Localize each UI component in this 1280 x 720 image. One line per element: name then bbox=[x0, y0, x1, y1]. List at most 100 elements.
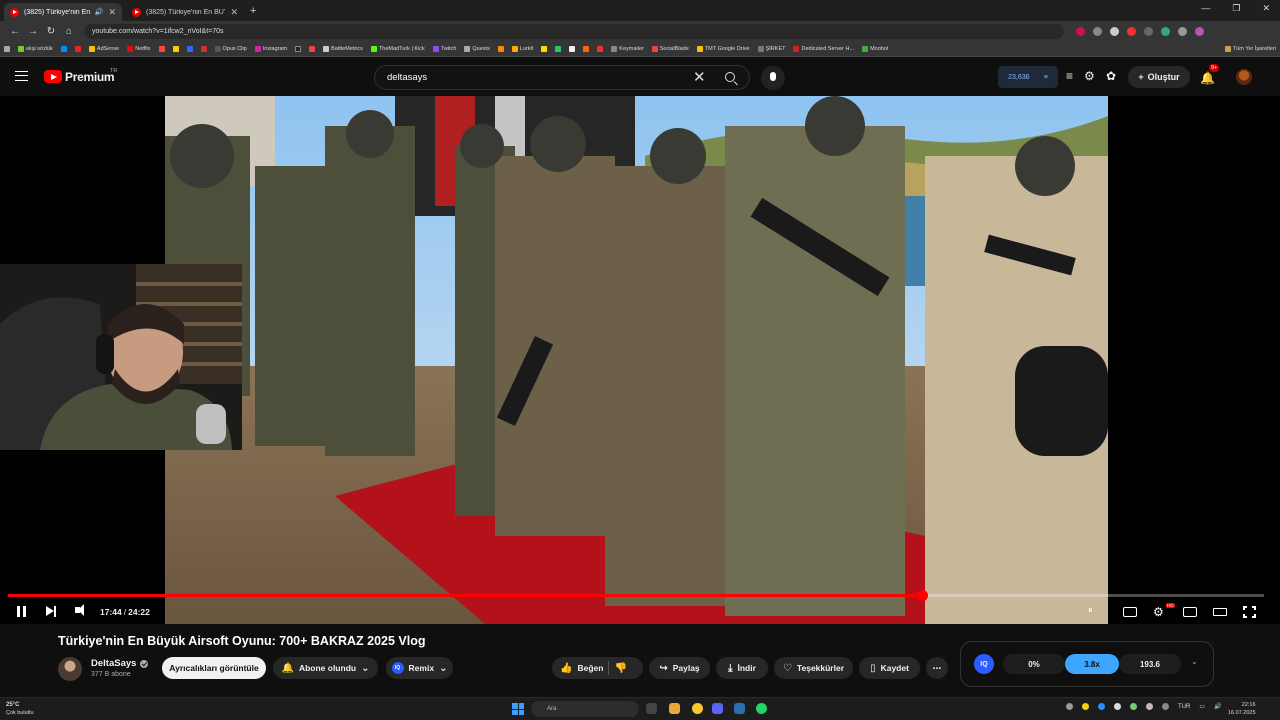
menu-lines-icon[interactable]: ≡ bbox=[1066, 69, 1073, 83]
bookmark-item[interactable] bbox=[74, 45, 81, 52]
bookmark-item[interactable]: Netflix bbox=[127, 45, 151, 52]
voice-search-button[interactable] bbox=[761, 66, 785, 90]
tray-icon[interactable] bbox=[1066, 703, 1073, 710]
like-button[interactable]: Beğen bbox=[577, 663, 603, 673]
chevron-down-icon[interactable]: ⌄ bbox=[1191, 657, 1198, 666]
discord-icon[interactable] bbox=[712, 703, 723, 714]
chrome-icon[interactable] bbox=[692, 703, 703, 714]
extension-icon[interactable] bbox=[1144, 26, 1153, 36]
taskbar-search[interactable]: Ara bbox=[531, 701, 639, 717]
bookmark-item[interactable] bbox=[172, 45, 179, 52]
dislike-icon[interactable]: 👎 bbox=[614, 663, 626, 674]
tray-icon[interactable] bbox=[1082, 703, 1089, 710]
all-bookmarks[interactable]: Tüm Yer İşaretleri bbox=[1224, 45, 1276, 52]
bookmark-item[interactable] bbox=[541, 45, 548, 52]
iq-stat-multiplier[interactable]: 3.8x bbox=[1065, 654, 1119, 674]
bookmark-item[interactable] bbox=[497, 45, 504, 52]
bookmark-item[interactable] bbox=[200, 45, 207, 52]
settings-gear-icon[interactable]: ⚙ bbox=[1153, 605, 1164, 619]
bookmark-item[interactable]: BattleMetrics bbox=[323, 45, 363, 52]
iq-logo-icon[interactable]: IQ bbox=[974, 654, 994, 674]
whatsapp-icon[interactable] bbox=[756, 703, 767, 714]
account-avatar[interactable] bbox=[1236, 69, 1252, 85]
close-window-icon[interactable]: ✕ bbox=[1262, 3, 1270, 14]
tray-icon[interactable] bbox=[1114, 703, 1121, 710]
address-bar[interactable]: youtube.com/watch?v=1ifcw2_nVoI&t=70s bbox=[84, 23, 1064, 39]
download-button[interactable]: ⤓ İndir bbox=[716, 657, 768, 679]
language-indicator[interactable]: TUR bbox=[1178, 704, 1190, 710]
network-icon[interactable]: ▭ bbox=[1199, 703, 1205, 710]
flower-icon[interactable]: ✿ bbox=[1106, 69, 1116, 83]
system-clock[interactable]: 22:16 16.07.2025 bbox=[1228, 701, 1256, 717]
extension-widget[interactable]: 23,636 ≡ bbox=[998, 66, 1058, 88]
subtitles-icon[interactable] bbox=[1123, 607, 1137, 617]
bookmark-item[interactable]: Opus Clip bbox=[214, 45, 247, 52]
close-tab-icon[interactable]: ✕ bbox=[108, 7, 116, 18]
bookmark-item[interactable] bbox=[158, 45, 165, 52]
bookmark-item[interactable]: TheMadTurk | Kick bbox=[370, 45, 425, 52]
windows-start-icon[interactable] bbox=[512, 703, 524, 715]
save-button[interactable]: ▯ Kaydet bbox=[859, 657, 920, 679]
tray-icon[interactable] bbox=[1146, 703, 1153, 710]
bookmark-item[interactable]: Dedicated Server H... bbox=[793, 45, 854, 52]
bookmark-item[interactable] bbox=[186, 45, 193, 52]
pause-icon[interactable] bbox=[17, 606, 26, 617]
bookmark-item[interactable] bbox=[597, 45, 604, 52]
bookmark-item[interactable] bbox=[555, 45, 562, 52]
next-icon[interactable] bbox=[46, 605, 56, 617]
bookmark-item[interactable]: Moobot bbox=[862, 45, 888, 52]
volume-icon[interactable] bbox=[75, 604, 84, 616]
tray-icon[interactable] bbox=[1098, 703, 1105, 710]
video-player[interactable]: 17:44/24:22 ⏸ ⚙ HD bbox=[0, 96, 1280, 624]
share-button[interactable]: ↪ Paylaş bbox=[649, 657, 710, 679]
youtube-brand[interactable]: Premium bbox=[65, 70, 115, 84]
zoom-icon[interactable] bbox=[1093, 26, 1102, 36]
bookmark-item[interactable]: Lurkit bbox=[511, 45, 533, 52]
reload-icon[interactable]: ↻ bbox=[42, 26, 60, 37]
fullscreen-icon[interactable] bbox=[1243, 606, 1256, 618]
more-actions-button[interactable]: ⋯ bbox=[926, 657, 948, 679]
video-frame[interactable] bbox=[165, 96, 1108, 624]
steam-icon[interactable] bbox=[734, 703, 745, 714]
view-perks-button[interactable]: Ayrıcalıkları görüntüle bbox=[162, 657, 266, 679]
search-input[interactable]: deltasays bbox=[387, 72, 427, 83]
tray-icon[interactable] bbox=[1162, 703, 1169, 710]
browser-tab-active[interactable]: (3825) Türkiye'nin En Büyük... 🔊 ✕ bbox=[4, 3, 122, 21]
subscribed-button[interactable]: 🔔 Abone olundu ⌄ bbox=[273, 657, 378, 679]
bookmark-item[interactable]: TMT Google Drive bbox=[696, 45, 750, 52]
tray-icon[interactable] bbox=[1130, 703, 1137, 710]
pause-icon[interactable]: ⏸ bbox=[1088, 605, 1093, 616]
profile-icon[interactable] bbox=[1195, 26, 1204, 36]
channel-name[interactable]: DeltaSays bbox=[91, 658, 149, 669]
file-explorer-icon[interactable] bbox=[669, 703, 680, 714]
menu-icon[interactable] bbox=[15, 71, 28, 81]
progress-bar[interactable] bbox=[8, 590, 1264, 601]
bookmark-item[interactable] bbox=[60, 45, 67, 52]
browser-tab[interactable]: (3825) Türkiye'nin En BÜYÜK A... ✕ bbox=[126, 3, 244, 21]
remix-button[interactable]: IQ Remix ⌄ bbox=[386, 657, 453, 679]
extension-icon[interactable] bbox=[1161, 26, 1170, 36]
bookmark-item[interactable] bbox=[569, 45, 576, 52]
bookmark-item[interactable]: Instagram bbox=[254, 45, 287, 52]
home-icon[interactable]: ⌂ bbox=[60, 26, 78, 37]
bookmark-item[interactable]: ŞİRKET bbox=[757, 45, 785, 52]
bookmark-item[interactable]: Twitch bbox=[432, 45, 456, 52]
create-button[interactable]: + Oluştur bbox=[1128, 66, 1190, 88]
thanks-button[interactable]: ♡ Teşekkürler bbox=[774, 657, 853, 679]
bookmark-item[interactable]: Quests bbox=[464, 45, 490, 52]
clear-search-icon[interactable]: ✕ bbox=[693, 68, 706, 86]
search-icon[interactable] bbox=[725, 72, 735, 82]
volume-icon[interactable]: 🔊 bbox=[1214, 703, 1221, 710]
notifications-button[interactable]: 🔔 9+ bbox=[1200, 64, 1220, 87]
iq-stat-percent[interactable]: 0% bbox=[1003, 654, 1065, 674]
channel-avatar[interactable] bbox=[58, 657, 82, 681]
bookmark-item[interactable]: SocialBlade bbox=[651, 45, 689, 52]
back-icon[interactable]: ← bbox=[6, 26, 24, 37]
bookmark-item[interactable]: AdSense bbox=[88, 45, 119, 52]
extension-icon[interactable] bbox=[1127, 26, 1136, 36]
task-view-icon[interactable] bbox=[646, 703, 657, 714]
maximize-icon[interactable]: ❐ bbox=[1232, 3, 1240, 14]
close-tab-icon[interactable]: ✕ bbox=[230, 7, 238, 18]
new-tab-icon[interactable]: + bbox=[250, 5, 256, 17]
like-icon[interactable]: 👍 bbox=[560, 663, 572, 674]
